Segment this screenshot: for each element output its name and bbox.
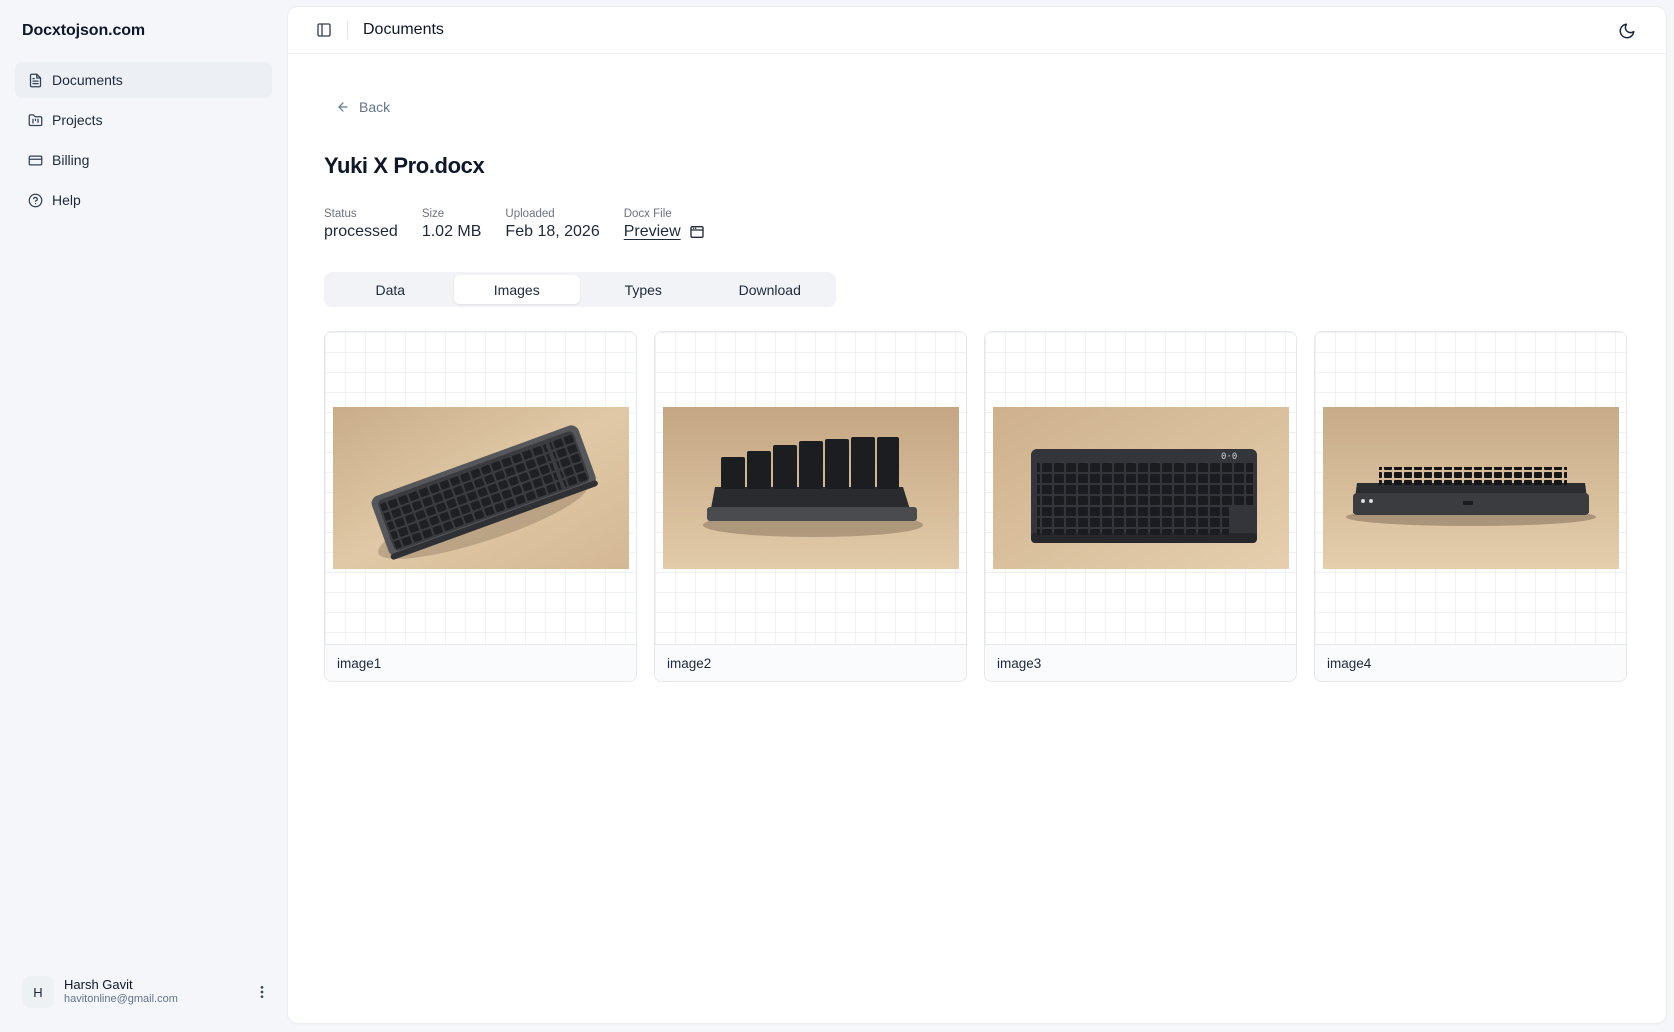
- docx-preview: Preview: [624, 223, 705, 241]
- image-caption: image2: [655, 645, 966, 681]
- document-icon: [29, 73, 42, 87]
- keyboard-photo: [333, 407, 629, 569]
- folder-icon: [28, 113, 43, 126]
- meta-docx-file: Docx File Preview: [624, 208, 705, 241]
- page-title: Yuki X Pro.docx: [324, 153, 485, 178]
- image-gallery: image1 image2 0·0 image3 image4: [324, 331, 1627, 682]
- meta-size: Size 1.02 MB: [422, 208, 482, 241]
- document-tabs: Data Images Types Download: [324, 272, 836, 307]
- tab-data[interactable]: Data: [327, 275, 454, 304]
- image-preview: 0·0: [985, 332, 1296, 645]
- sidebar-item-label: Projects: [52, 112, 103, 128]
- page-header-title: Documents: [363, 21, 444, 38]
- sidebar-item-billing[interactable]: Billing: [15, 142, 272, 178]
- meta-label: Status: [324, 208, 357, 220]
- image-card[interactable]: image4: [1314, 331, 1627, 682]
- meta-status: Status processed: [324, 208, 398, 241]
- user-email: havitonline@gmail.com: [64, 993, 178, 1006]
- image-card[interactable]: image2: [654, 331, 967, 682]
- panel-left-icon: [317, 23, 331, 37]
- sidebar-item-label: Help: [52, 192, 81, 208]
- user-name: Harsh Gavit: [64, 977, 133, 992]
- back-label: Back: [359, 99, 391, 115]
- sidebar-item-projects[interactable]: Projects: [15, 102, 272, 138]
- topbar: Documents: [288, 7, 1666, 54]
- keyboard-photo: [663, 407, 959, 569]
- window-icon[interactable]: [689, 224, 705, 240]
- image-preview: [325, 332, 636, 645]
- more-vertical-icon[interactable]: [252, 980, 272, 1004]
- user-profile[interactable]: H Harsh Gavit havitonline@gmail.com: [22, 972, 272, 1012]
- status-value: processed: [324, 223, 398, 240]
- size-value: 1.02 MB: [421, 223, 482, 240]
- tab-images[interactable]: Images: [453, 275, 580, 304]
- user-info: Harsh Gavit havitonline@gmail.com: [64, 977, 252, 1007]
- document-meta: Status processed Size 1.02 MB Uploaded F…: [324, 208, 729, 241]
- image-caption: image1: [325, 645, 636, 681]
- avatar: H: [22, 976, 54, 1008]
- image-card[interactable]: image1: [324, 331, 637, 682]
- svg-text:0·0: 0·0: [1221, 452, 1237, 462]
- credit-card-icon: [28, 155, 43, 165]
- meta-label: Docx File: [623, 208, 672, 220]
- preview-link[interactable]: Preview: [624, 223, 681, 241]
- theme-toggle-button[interactable]: [1613, 17, 1641, 45]
- image-preview: [1315, 332, 1626, 645]
- uploaded-value: Feb 18, 2026: [505, 223, 600, 240]
- sidebar-item-help[interactable]: Help: [15, 182, 272, 218]
- image-caption: image4: [1315, 645, 1626, 681]
- app-brand[interactable]: Docxtojson.com: [22, 22, 145, 40]
- sidebar-item-label: Documents: [52, 72, 123, 88]
- topbar-divider: [347, 21, 348, 39]
- arrow-left-icon: [338, 102, 348, 112]
- keyboard-photo: 0·0: [993, 407, 1289, 569]
- image-preview: [655, 332, 966, 645]
- sidebar-nav: Documents Projects Billing Help: [15, 62, 272, 222]
- keyboard-photo: [1323, 407, 1619, 569]
- sidebar: Docxtojson.com Documents Projects Billin…: [0, 0, 287, 1032]
- meta-uploaded: Uploaded Feb 18, 2026: [505, 208, 599, 241]
- meta-label: Size: [421, 208, 445, 220]
- meta-label: Uploaded: [505, 208, 555, 220]
- sidebar-item-label: Billing: [52, 152, 90, 168]
- sidebar-item-documents[interactable]: Documents: [15, 62, 272, 98]
- help-circle-icon: [28, 193, 43, 207]
- image-caption: image3: [985, 645, 1296, 681]
- sidebar-toggle-button[interactable]: [310, 16, 338, 44]
- image-card[interactable]: 0·0 image3: [984, 331, 1297, 682]
- tab-types[interactable]: Types: [580, 275, 707, 304]
- main-panel: Documents Back Yuki X Pro.docx Status pr…: [288, 7, 1666, 1023]
- back-link[interactable]: Back: [336, 99, 390, 115]
- moon-icon: [1619, 23, 1635, 39]
- tab-download[interactable]: Download: [707, 275, 834, 304]
